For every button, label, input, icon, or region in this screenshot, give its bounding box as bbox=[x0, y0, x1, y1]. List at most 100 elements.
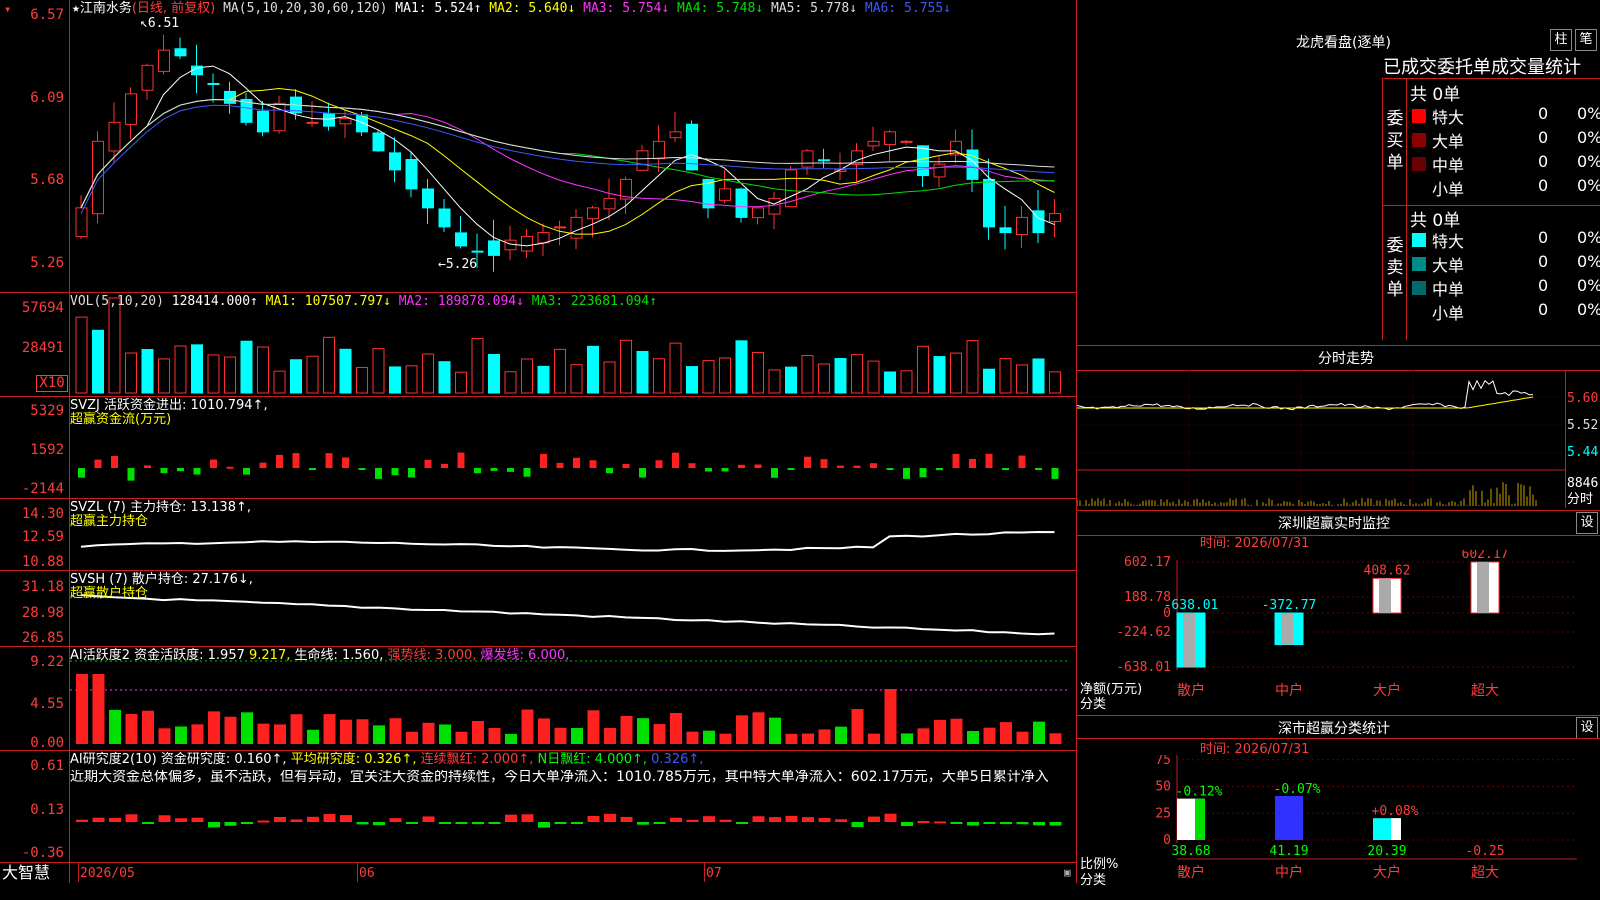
sz-monitor-bars: 602.17188.780-224.62-638.01-638.01散户-372… bbox=[1116, 550, 1577, 699]
ai2-header: AI研究度2(10) 资金研究度: 0.160↑, 平均研究度: 0.326↑,… bbox=[70, 752, 704, 767]
axis-label: 25 bbox=[1155, 806, 1171, 821]
intraday-price-label: 5.44 bbox=[1567, 445, 1599, 460]
row-count: 0 bbox=[1538, 128, 1549, 147]
activity-bar bbox=[257, 723, 270, 744]
research-bar bbox=[604, 813, 616, 822]
candle-body bbox=[587, 207, 599, 220]
research-bar bbox=[191, 817, 204, 822]
row-pct: 0% bbox=[1577, 128, 1600, 147]
ai1-header: AI活跃度2 资金活跃度: 1.957 9.217, 生命线: 1.560, 强… bbox=[70, 648, 570, 663]
sz-class-settings-button[interactable]: 设 bbox=[1576, 717, 1598, 739]
percent-label: 20.39 bbox=[1367, 844, 1406, 859]
candle-body bbox=[900, 140, 913, 143]
category-label: 大户 bbox=[1373, 864, 1401, 881]
candle-body bbox=[554, 226, 566, 229]
candle-body bbox=[488, 240, 500, 256]
activity-bar bbox=[950, 718, 963, 744]
volume-bar bbox=[356, 366, 368, 394]
axis-label: 75 bbox=[1155, 755, 1171, 768]
ma-value: MA2: 5.640↓ bbox=[481, 1, 576, 16]
sz-class-chart: 75 50 25 0 -0.12% 38.68 散户 -0.07% 41.19 中户 +0.08% 2… bbox=[1155, 755, 1577, 881]
volume-bar bbox=[521, 358, 533, 394]
low-price-label: ←5.26 bbox=[438, 257, 478, 272]
sz-monitor-settings-button[interactable]: 设 bbox=[1576, 512, 1598, 534]
fund-flow-bar bbox=[457, 452, 465, 468]
fund-flow-bar bbox=[375, 468, 382, 479]
fund-flow-bar bbox=[771, 468, 778, 478]
research-bar bbox=[307, 816, 319, 822]
ma-line bbox=[80, 104, 1055, 214]
research-bar bbox=[703, 816, 715, 822]
svzj-axis-label: -2144 bbox=[21, 481, 64, 497]
activity-bar bbox=[604, 727, 616, 744]
activity-bar bbox=[455, 731, 468, 744]
fund-flow-bar bbox=[820, 459, 828, 468]
change-label: -0.12% bbox=[1176, 785, 1223, 800]
chart-canvas[interactable] bbox=[0, 0, 1077, 862]
ai1-axis-label: 9.22 bbox=[30, 654, 64, 670]
intraday-chart[interactable] bbox=[1077, 370, 1565, 508]
row-pct: 0% bbox=[1577, 300, 1600, 319]
candle-body bbox=[207, 82, 220, 85]
research-bar bbox=[1000, 822, 1012, 825]
buy-total: 共 0单 bbox=[1410, 85, 1461, 105]
row-pct: 0% bbox=[1577, 176, 1600, 195]
volume-bar bbox=[471, 337, 484, 394]
candle-body bbox=[933, 163, 946, 178]
longhu-title: 龙虎看盘(逐单) bbox=[1296, 35, 1391, 51]
net-bar-shade bbox=[1183, 613, 1195, 668]
fund-flow-bar bbox=[952, 453, 960, 468]
volume-bar bbox=[290, 359, 302, 394]
fund-flow-bar bbox=[160, 468, 168, 474]
vol-ma-value: MA1: 107507.797↓ bbox=[265, 294, 391, 309]
net-value-label: 602.17 bbox=[1462, 550, 1509, 562]
research-bar bbox=[884, 813, 897, 822]
candle-body bbox=[537, 232, 550, 244]
ma-value: MA3: 5.754↓ bbox=[575, 1, 670, 16]
fund-flow-bar bbox=[259, 462, 267, 468]
fund-flow-bar bbox=[309, 468, 316, 471]
category-label: 大户 bbox=[1373, 682, 1401, 699]
longhu-tab-bar[interactable]: 已成交委托单成交量统计 bbox=[1383, 53, 1600, 79]
tick-mode-button[interactable]: 笔 bbox=[1575, 29, 1597, 51]
star-icon[interactable]: ★ bbox=[72, 1, 80, 16]
candle-body bbox=[108, 121, 121, 152]
candle-body bbox=[768, 197, 781, 215]
activity-bar bbox=[769, 717, 781, 744]
candle-body bbox=[174, 48, 187, 57]
fund-flow-bar bbox=[1051, 468, 1059, 479]
fund-flow-bar bbox=[490, 468, 498, 471]
volume-bar bbox=[405, 365, 418, 394]
row-name: 中单 bbox=[1432, 156, 1465, 175]
candle-body bbox=[917, 145, 929, 177]
activity-bar bbox=[1033, 721, 1045, 744]
research-bar bbox=[290, 819, 303, 822]
fund-flow-bar bbox=[243, 468, 250, 475]
volume-bars bbox=[75, 297, 1061, 394]
percent-label: 41.19 bbox=[1269, 844, 1308, 859]
volume-bar bbox=[917, 345, 929, 394]
research-bar bbox=[505, 814, 517, 822]
candle-body bbox=[603, 197, 616, 210]
volume-bar bbox=[669, 342, 682, 394]
axis-label: 602.17 bbox=[1124, 555, 1171, 570]
net-bar-shade bbox=[1281, 613, 1293, 645]
volume-bar bbox=[108, 297, 121, 394]
svzj-axis-label: 5329 bbox=[30, 403, 64, 419]
volume-bar bbox=[158, 358, 170, 394]
fund-flow-bar bbox=[193, 468, 201, 475]
ma-value: MA4: 5.748↓ bbox=[669, 1, 764, 16]
fund-flow-bar bbox=[210, 459, 217, 468]
candle-body bbox=[1016, 216, 1028, 236]
volume-bar bbox=[603, 361, 616, 394]
period-label[interactable]: (日线, 前复权) bbox=[132, 1, 215, 16]
candle-body bbox=[801, 150, 814, 168]
candle-body bbox=[719, 188, 731, 201]
svsh-sub: 超赢散户持仓 bbox=[70, 586, 149, 601]
volume-bar bbox=[207, 354, 220, 394]
lock-icon[interactable]: ▣ bbox=[1064, 865, 1071, 880]
date-tick bbox=[704, 862, 705, 882]
volume-bar bbox=[323, 336, 335, 394]
bar-mode-button[interactable]: 柱 bbox=[1550, 29, 1572, 51]
fund-flow-bar bbox=[78, 468, 85, 478]
